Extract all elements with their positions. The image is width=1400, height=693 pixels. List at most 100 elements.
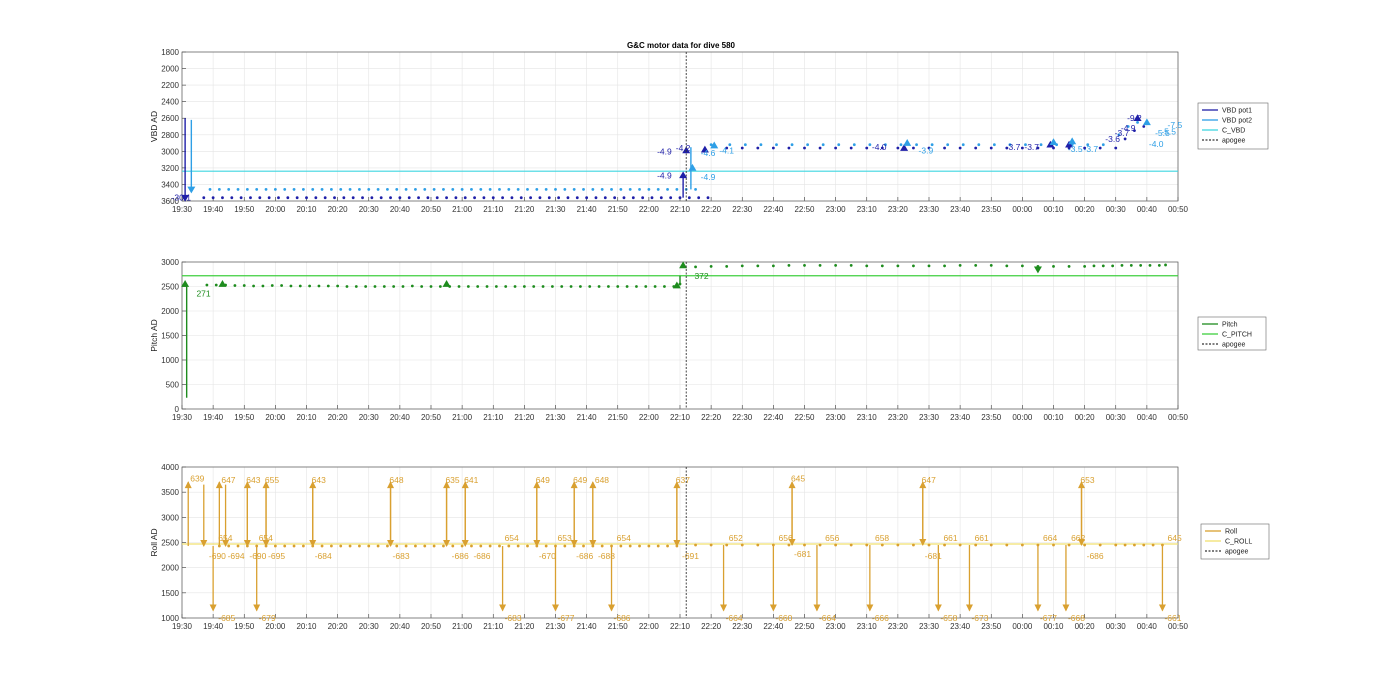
data-point-pitch [740,264,744,268]
x-tick-label: 20:10 [296,413,317,422]
data-point-vbd-pot1 [351,196,355,200]
data-point-pitch [1067,265,1071,268]
data-point-roll [638,544,641,548]
data-point-roll [507,544,511,548]
x-tick-label: 19:50 [234,205,255,214]
data-point-vbd-pot1 [1098,146,1102,150]
x-tick-label: 00:10 [1043,622,1064,631]
x-tick-label: 20:00 [265,622,286,631]
data-point-vbd-pot2 [423,188,427,191]
data-point-pitch [569,285,573,288]
move-annotation: -4.6 [701,148,716,158]
data-point-pitch [289,284,293,288]
data-point-vbd-pot1 [426,196,430,200]
data-point-vbd-pot1 [585,196,589,200]
data-point-pitch [818,264,822,267]
data-point-pitch [943,264,946,268]
x-tick-label: 22:40 [763,205,784,214]
data-point-roll [404,544,408,548]
data-point-roll [943,543,946,547]
legend: Roll C_ROLLapogee [1200,523,1270,560]
x-tick-label: 00:20 [1075,205,1096,214]
move-marker [218,280,227,287]
data-point-pitch [560,285,564,288]
data-point-roll [367,544,371,548]
data-point-roll [582,544,585,548]
data-point-vbd-pot2 [977,143,981,147]
data-point-vbd-pot1 [641,196,645,200]
data-point-vbd-pot2 [488,188,492,191]
x-tick-label: 23:40 [950,205,971,214]
x-tick-label: 19:30 [172,205,193,214]
data-point-pitch [345,285,349,288]
data-point-vbd-pot1 [342,196,346,200]
data-point-pitch [865,264,869,268]
x-tick-label: 21:00 [452,205,473,214]
data-point-vbd-pot2 [432,188,436,191]
data-point-vbd-pot1 [519,196,523,200]
data-point-vbd-pot2 [227,188,231,191]
x-tick-label: 21:10 [483,205,504,214]
x-tick-label: 00:30 [1106,413,1127,422]
x-tick-label: 20:50 [421,205,442,214]
data-point-vbd-pot2 [675,188,679,191]
y-tick-label: 2000 [161,564,179,573]
data-point-pitch [205,283,209,287]
data-point-vbd-pot1 [379,196,383,200]
legend-label: VBD pot1 [1222,108,1252,115]
data-point-vbd-pot1 [594,196,598,200]
roll-arrow-head [608,604,616,612]
data-point-vbd-pot1 [756,146,760,150]
roll-annotation: -694 [228,551,245,561]
x-tick-label: 19:30 [172,413,193,422]
data-point-pitch [644,285,648,288]
data-point-vbd-pot2 [273,188,277,191]
data-point-vbd-pot2 [236,188,240,191]
data-point-vbd-pot1 [787,146,791,150]
x-tick-label: 19:50 [234,413,255,422]
data-point-pitch [1092,264,1096,268]
data-point-vbd-pot2 [992,143,996,147]
data-point-vbd-pot1 [463,196,467,200]
data-point-pitch [588,285,592,288]
data-point-vbd-pot2 [320,188,324,191]
roll-arrow-head [1034,604,1042,612]
data-point-vbd-pot2 [628,188,632,191]
data-point-roll [273,544,277,548]
data-point-pitch [1083,265,1087,268]
data-point-pitch [756,264,760,268]
data-point-pitch [849,264,853,267]
data-point-roll [395,544,399,548]
data-point-vbd-pot2 [292,188,296,191]
data-point-vbd-pot1 [202,196,206,200]
x-tick-label: 22:00 [639,205,660,214]
data-point-vbd-pot2 [404,188,408,191]
data-point-vbd-pot2 [470,188,473,191]
data-point-vbd-pot1 [974,146,978,150]
move-annotation: -7.5 [1168,120,1183,130]
y-tick-label: 3400 [161,180,179,189]
legend-label: VBD pot2 [1222,118,1252,125]
data-point-vbd-pot1 [407,196,411,200]
x-tick-label: 21:00 [452,622,473,631]
roll-annotation: 664 [1043,533,1057,543]
data-point-pitch [880,264,884,268]
roll-annotation: -683 [505,613,522,623]
data-point-vbd-pot2 [759,143,763,147]
data-point-vbd-pot1 [669,196,673,200]
data-point-vbd-pot2 [694,188,697,191]
data-point-vbd-pot2 [899,143,903,147]
move-annotation: -9.2 [1127,113,1142,123]
x-tick-label: 00:00 [1012,622,1033,631]
data-point-roll [1151,543,1155,547]
data-point-vbd-pot1 [258,196,262,200]
roll-annotation: -688 [598,551,615,561]
data-point-pitch [1005,264,1009,268]
data-point-pitch [298,284,302,288]
roll-annotation: -660 [775,613,792,623]
y-tick-label: 2000 [161,307,179,316]
x-tick-label: 23:00 [826,205,847,214]
data-point-vbd-pot1 [834,146,838,150]
x-tick-label: 00:10 [1043,413,1064,422]
data-point-roll [912,543,915,547]
